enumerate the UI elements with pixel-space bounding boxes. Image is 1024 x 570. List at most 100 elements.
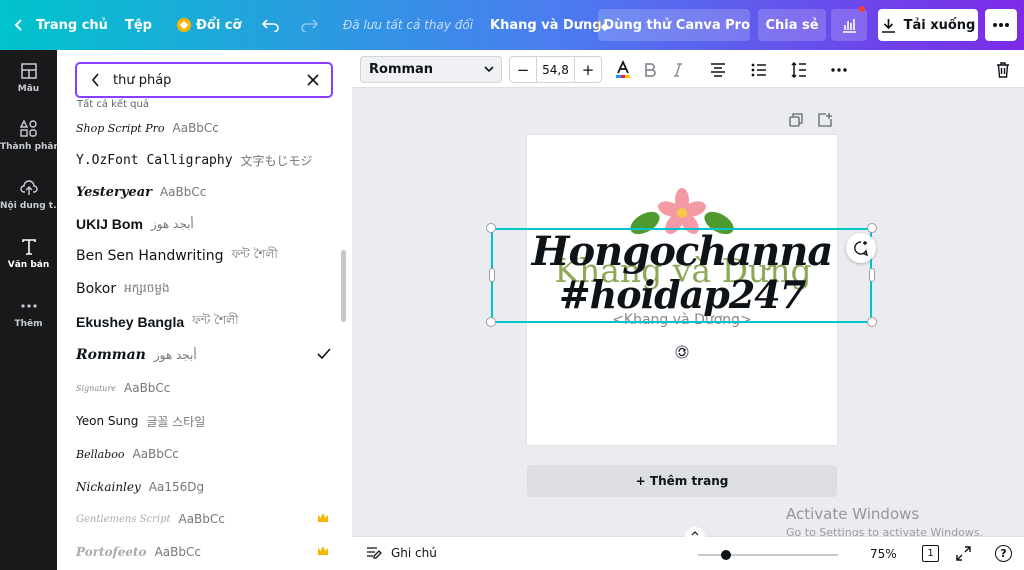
more-tools-button[interactable] — [826, 56, 852, 83]
font-option[interactable]: Bellaboo AaBbCc — [76, 438, 336, 470]
zoom-slider-track[interactable] — [698, 550, 838, 560]
checkmark-icon — [317, 348, 331, 360]
font-option-sample: AaBbCc — [154, 545, 201, 559]
rail-item-uploads[interactable]: Nội dung t... — [0, 167, 57, 223]
font-option-name: Ben Sen Handwriting — [76, 248, 224, 264]
font-option[interactable]: Romman أبجد هوز — [76, 339, 336, 371]
font-option[interactable]: Ben Sen Handwriting ফন্ট শৈলী — [76, 240, 336, 272]
font-panel: Tất cả kết quả Shop Script Pro AaBbCc Y.Oz… — [57, 50, 352, 570]
panel-scrollbar[interactable] — [341, 250, 346, 322]
resize-handle-bottom-left[interactable] — [486, 317, 496, 327]
zoom-slider-thumb[interactable] — [721, 550, 731, 560]
font-option-name: Yesteryear — [76, 184, 152, 200]
clear-search-button[interactable] — [301, 68, 325, 92]
file-label: Tệp — [125, 17, 152, 33]
italic-button[interactable] — [665, 56, 691, 83]
font-option-name: UKIJ Bom — [76, 216, 143, 232]
font-option-sample: AaBbCc — [132, 447, 179, 461]
font-option[interactable]: Shop Script Pro AaBbCc — [76, 112, 336, 144]
insights-button[interactable] — [831, 6, 867, 41]
font-option[interactable]: Yesteryear AaBbCc — [76, 176, 336, 208]
rail-item-more[interactable]: Thêm — [0, 285, 57, 341]
increase-size-button[interactable]: + — [575, 57, 601, 82]
side-rail: Mẫu Thành phần Nội dung t... Văn bản Thê… — [0, 50, 57, 570]
share-label: Chia sẻ — [765, 17, 819, 33]
font-family-value: Romman — [369, 62, 434, 77]
font-option-sample: AaBbCc — [159, 185, 207, 199]
undo-button[interactable] — [262, 0, 280, 50]
share-button[interactable]: Chia sẻ — [758, 9, 826, 41]
list-icon — [751, 63, 766, 76]
spacing-button[interactable] — [786, 56, 812, 83]
font-option-name: Gentlemens Script — [76, 513, 171, 525]
font-option[interactable]: Yeon Sung 글꼴 스타일 — [76, 405, 336, 437]
help-icon[interactable]: ? — [995, 545, 1012, 562]
fullscreen-button[interactable] — [956, 546, 971, 565]
add-page-button[interactable]: + Thêm trang — [527, 465, 837, 497]
decrease-size-button[interactable]: − — [510, 57, 536, 82]
chevron-down-icon — [484, 66, 494, 73]
try-pro-button[interactable]: Dùng thử Canva Pro — [598, 9, 750, 41]
file-menu[interactable]: Tệp — [125, 0, 152, 50]
comment-button[interactable] — [846, 233, 876, 263]
design-title[interactable]: Khang và Dưng — [490, 0, 602, 50]
resize-handle-bottom-right[interactable] — [867, 317, 877, 327]
text-color-button[interactable] — [610, 56, 636, 83]
line-spacing-icon — [791, 61, 806, 78]
rail-item-text[interactable]: Văn bản — [0, 226, 57, 282]
notes-button[interactable]: Ghi chú — [366, 546, 437, 560]
font-option[interactable]: Gentlemens Script AaBbCc — [76, 503, 336, 535]
home-button[interactable]: Trang chủ — [14, 0, 108, 50]
collapse-pages-button[interactable] — [685, 527, 705, 539]
expand-icon — [956, 546, 971, 561]
more-icon — [20, 304, 37, 308]
trash-icon — [997, 61, 1009, 78]
more-options-button[interactable] — [985, 9, 1017, 41]
font-option-sample: 글꼴 스타일 — [146, 414, 206, 429]
font-option-name: Y.OzFont Calligraphy — [76, 152, 233, 168]
download-button[interactable]: Tải xuống — [878, 9, 978, 41]
bold-icon — [645, 62, 656, 77]
add-page-icon-button[interactable] — [812, 107, 838, 133]
font-option[interactable]: Y.OzFont Calligraphy 文字もじモジ — [76, 144, 336, 176]
font-option[interactable]: Signature AaBbCc — [76, 372, 336, 404]
rotate-handle[interactable] — [669, 339, 695, 365]
rail-item-templates[interactable]: Mẫu — [0, 50, 57, 106]
list-button[interactable] — [746, 56, 772, 83]
font-option-sample: AaBbCc — [172, 121, 219, 135]
resize-button[interactable]: Đổi cỡ — [177, 0, 241, 50]
rail-item-elements[interactable]: Thành phần — [0, 108, 57, 164]
download-label: Tải xuống — [903, 17, 976, 33]
font-option-sample: AaBbCc — [124, 381, 171, 395]
resize-handle-top-right[interactable] — [867, 223, 877, 233]
top-bar: Trang chủ Tệp Đổi cỡ Đã lưu tất cả thay … — [0, 0, 1024, 50]
font-option[interactable]: Nickainley Aa156Dg — [76, 471, 336, 503]
resize-label: Đổi cỡ — [196, 17, 242, 33]
font-size-value[interactable]: 54,8 — [536, 57, 575, 82]
font-option[interactable]: Bokor អក្សរចម្លង — [76, 273, 336, 305]
font-option[interactable]: UKIJ Bom أبجد هوز — [76, 208, 336, 240]
duplicate-page-button[interactable] — [783, 107, 809, 133]
resize-handle-right[interactable] — [869, 268, 875, 282]
font-size-stepper: − 54,8 + — [509, 56, 602, 83]
pro-badge-icon — [177, 18, 191, 32]
search-back-button[interactable] — [77, 64, 113, 96]
align-button[interactable] — [705, 56, 731, 83]
page-count-button[interactable]: 1 — [922, 545, 939, 562]
save-status: Đã lưu tất cả thay đổi — [343, 18, 474, 32]
text-toolbar: Romman − 54,8 + — [352, 50, 1024, 88]
resize-handle-left[interactable] — [489, 268, 495, 282]
font-option[interactable]: Ekushey Bangla ফন্ট শৈলী — [76, 306, 336, 338]
selection-box[interactable] — [491, 228, 872, 323]
redo-button[interactable] — [300, 0, 318, 50]
delete-button[interactable] — [990, 56, 1016, 83]
font-option-sample: Aa156Dg — [148, 480, 205, 494]
zoom-level[interactable]: 75% — [870, 547, 897, 561]
elements-icon — [19, 120, 37, 137]
font-family-dropdown[interactable]: Romman — [360, 56, 502, 83]
chevron-up-icon — [691, 530, 699, 535]
font-option[interactable]: Portofeeto AaBbCc — [76, 536, 336, 568]
font-search-input[interactable] — [113, 72, 293, 88]
bold-button[interactable] — [637, 56, 663, 83]
resize-handle-top-left[interactable] — [486, 223, 496, 233]
